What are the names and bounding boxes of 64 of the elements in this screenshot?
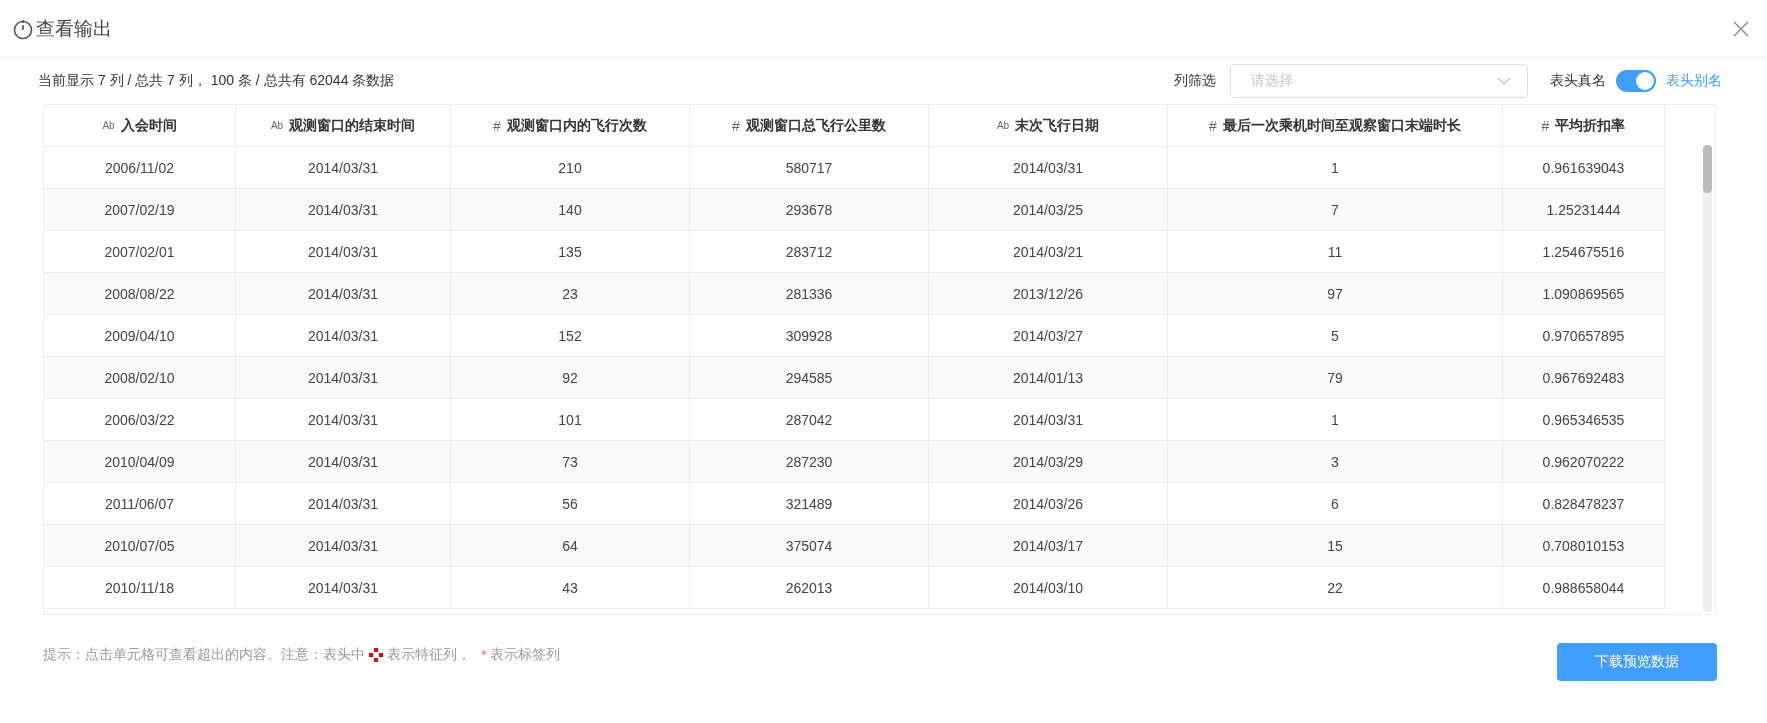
real-name-label: 表头真名 [1550, 72, 1606, 90]
table-cell[interactable]: 64 [451, 525, 690, 567]
table-cell[interactable]: 2014/03/25 [929, 189, 1168, 231]
table-cell[interactable]: 294585 [690, 357, 929, 399]
text-type-icon: Ab [102, 120, 115, 131]
alias-name-label: 表头别名 [1666, 72, 1722, 90]
feature-column-icon [369, 648, 383, 662]
table-cell[interactable]: 0.962070222 [1503, 441, 1665, 483]
close-icon[interactable] [1733, 20, 1749, 37]
hint-text: 表示标签列 [490, 646, 561, 664]
number-type-icon: # [1541, 117, 1550, 134]
table-cell[interactable]: 2014/03/31 [236, 189, 451, 231]
table-cell[interactable]: 293678 [690, 189, 929, 231]
table-cell[interactable]: 2014/03/31 [236, 357, 451, 399]
table-cell[interactable]: 2007/02/19 [44, 189, 236, 231]
table-cell[interactable]: 2014/03/31 [236, 525, 451, 567]
table-cell[interactable]: 287230 [690, 441, 929, 483]
table-cell[interactable]: 2014/01/13 [929, 357, 1168, 399]
table-cell[interactable]: 1.25231444 [1503, 189, 1665, 231]
label-mark: * [481, 647, 487, 663]
column-filter-label: 列筛选 [1174, 72, 1216, 90]
text-type-icon: Ab [996, 120, 1010, 131]
hint-text: 表示特征列， [387, 646, 471, 664]
table-cell[interactable]: 97 [1168, 273, 1503, 315]
chevron-down-icon [1497, 77, 1511, 85]
table-cell[interactable]: 22 [1168, 567, 1503, 609]
table-cell[interactable]: 15 [1168, 525, 1503, 567]
table-cell[interactable]: 92 [451, 357, 690, 399]
table-cell[interactable]: 2014/03/29 [929, 441, 1168, 483]
table-cell[interactable]: 2008/08/22 [44, 273, 236, 315]
table-cell[interactable]: 2010/07/05 [44, 525, 236, 567]
hint-text: 提示：点击单元格可查看超出的内容。注意：表头中 [43, 646, 365, 664]
table-cell[interactable]: 281336 [690, 273, 929, 315]
table-cell[interactable]: 2010/04/09 [44, 441, 236, 483]
dialog-title: 查看输出 [36, 16, 112, 41]
stopwatch-icon [12, 17, 34, 40]
text-type-icon: Ab [270, 120, 284, 131]
table-cell[interactable]: 0.967692483 [1503, 357, 1665, 399]
table-cell[interactable]: 2014/03/10 [929, 567, 1168, 609]
table-cell[interactable]: 3 [1168, 441, 1503, 483]
table-cell[interactable]: 2008/02/10 [44, 357, 236, 399]
header-name-toggle[interactable] [1616, 70, 1656, 92]
table-cell[interactable]: 2014/03/31 [236, 441, 451, 483]
table-cell[interactable]: 23 [451, 273, 690, 315]
table-cell[interactable]: 7 [1168, 189, 1503, 231]
table-cell[interactable]: 2014/03/31 [236, 567, 451, 609]
table-cell[interactable]: 2010/11/18 [44, 567, 236, 609]
table-cell[interactable]: 2014/03/17 [929, 525, 1168, 567]
number-type-icon: # [1209, 117, 1217, 134]
table-cell[interactable]: 79 [1168, 357, 1503, 399]
table-cell[interactable]: 1.090869565 [1503, 273, 1665, 315]
table-cell[interactable]: 43 [451, 567, 690, 609]
number-type-icon: # [732, 117, 740, 134]
table-cell[interactable]: 73 [451, 441, 690, 483]
table-cell[interactable]: 375074 [690, 525, 929, 567]
table-cell[interactable]: 0.988658044 [1503, 567, 1665, 609]
number-type-icon: # [493, 117, 501, 134]
scrollbar[interactable] [1703, 145, 1712, 612]
table-cell[interactable]: 262013 [690, 567, 929, 609]
data-summary: 当前显示 7 列 / 总共 7 列， 100 条 / 总共有 62044 条数据 [38, 72, 395, 90]
table-cell[interactable]: 2014/03/31 [236, 273, 451, 315]
table-cell[interactable]: 0.708010153 [1503, 525, 1665, 567]
table-cell[interactable]: 140 [451, 189, 690, 231]
table-cell[interactable]: 2013/12/26 [929, 273, 1168, 315]
